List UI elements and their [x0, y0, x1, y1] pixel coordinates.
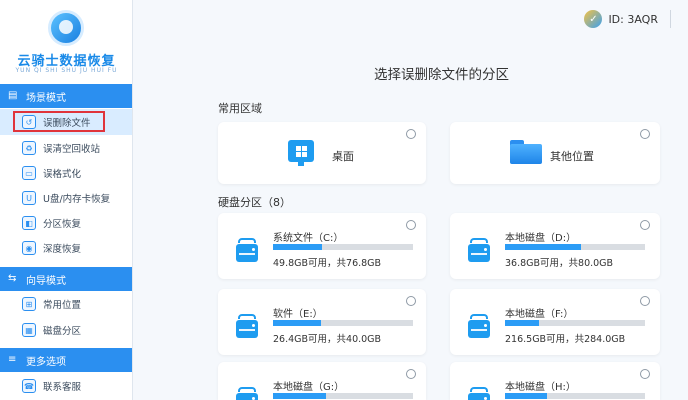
- radio-button[interactable]: [406, 369, 416, 379]
- section-more-options[interactable]: ≡ 更多选项: [0, 348, 132, 372]
- divider: [670, 10, 671, 28]
- sidebar-item-recycle-bin[interactable]: ♻ 误清空回收站: [0, 135, 132, 161]
- sidebar: 云骑士数据恢复 YUN QI SHI SHU JU HUI FU ▤ 场景模式 …: [0, 0, 133, 400]
- menu-icon: ≡: [8, 354, 17, 365]
- partition-card-c[interactable]: 系统文件（C:） 49.8GB可用，共76.8GB: [218, 213, 426, 279]
- radio-button[interactable]: [406, 129, 416, 139]
- sidebar-item-label: 误格式化: [43, 169, 82, 180]
- partition-capacity: 36.8GB可用，共80.0GB: [505, 258, 614, 269]
- sidebar-item-label: U盘/内存卡恢复: [43, 194, 111, 205]
- format-icon: ▭: [22, 166, 36, 180]
- usage-bar: [505, 393, 645, 399]
- usage-bar: [505, 320, 645, 326]
- partition-capacity: 49.8GB可用，共76.8GB: [273, 258, 382, 269]
- radio-button[interactable]: [640, 296, 650, 306]
- inbox-icon: ▤: [8, 90, 18, 101]
- usb-icon: U: [22, 191, 36, 205]
- partition-card-h[interactable]: 本地磁盘（H:）: [450, 362, 660, 400]
- sidebar-item-label: 磁盘分区: [43, 326, 82, 337]
- location-card-desktop[interactable]: 桌面: [218, 122, 426, 184]
- usage-bar: [505, 244, 645, 250]
- radio-button[interactable]: [640, 369, 650, 379]
- signpost-icon: ⇆: [8, 273, 17, 284]
- user-id-text: ID: 3AQR: [608, 12, 658, 26]
- deep-scan-icon: ◉: [22, 241, 36, 255]
- usage-bar: [273, 244, 413, 250]
- partition-name: 系统文件（C:）: [273, 233, 344, 244]
- sidebar-item-label: 分区恢复: [43, 219, 82, 230]
- usage-bar-fill: [273, 244, 322, 250]
- page-title: 选择误删除文件的分区: [374, 67, 509, 83]
- usage-bar-fill: [505, 393, 547, 399]
- sidebar-item-label: 深度恢复: [43, 244, 82, 255]
- sidebar-item-deleted-files[interactable]: ↺ 误删除文件: [0, 109, 132, 135]
- section-title: 更多选项: [26, 356, 66, 368]
- windows-icon: ⊞: [22, 297, 36, 311]
- logo-icon: [48, 10, 84, 46]
- section-title: 场景模式: [26, 92, 66, 104]
- sidebar-item-deep-scan[interactable]: ◉ 深度恢复: [0, 235, 132, 261]
- usage-bar-fill: [505, 244, 581, 250]
- sidebar-item-format[interactable]: ▭ 误格式化: [0, 160, 132, 186]
- partition-card-e[interactable]: 软件（E:） 26.4GB可用，共40.0GB: [218, 289, 426, 355]
- sidebar-item-disk-partition[interactable]: ▦ 磁盘分区: [0, 317, 132, 343]
- radio-button[interactable]: [640, 220, 650, 230]
- headset-icon: ☎: [22, 379, 36, 393]
- partition-area-label: 硬盘分区（8）: [218, 196, 291, 209]
- disk-icon: ▦: [22, 323, 36, 337]
- app-logo: 云骑士数据恢复 YUN QI SHI SHU JU HUI FU: [0, 0, 132, 82]
- sidebar-item-label: 常用位置: [43, 300, 82, 311]
- sidebar-item-contact-support[interactable]: ☎ 联系客服: [0, 373, 132, 399]
- partition-name: 本地磁盘（F:）: [505, 309, 574, 320]
- location-card-other[interactable]: 其他位置: [450, 122, 660, 184]
- location-label: 桌面: [332, 150, 354, 163]
- usage-bar-fill: [273, 320, 321, 326]
- partition-name: 本地磁盘（G:）: [273, 382, 345, 393]
- partition-capacity: 216.5GB可用，共284.0GB: [505, 334, 626, 345]
- section-scene-mode[interactable]: ▤ 场景模式: [0, 84, 132, 108]
- radio-button[interactable]: [640, 129, 650, 139]
- partition-card-g[interactable]: 本地磁盘（G:）: [218, 362, 426, 400]
- partition-capacity: 26.4GB可用，共40.0GB: [273, 334, 382, 345]
- radio-button[interactable]: [406, 296, 416, 306]
- partition-name: 本地磁盘（D:）: [505, 233, 577, 244]
- hard-drive-icon: [468, 238, 490, 264]
- usage-bar-fill: [505, 320, 539, 326]
- partition-icon: ◧: [22, 216, 36, 230]
- sidebar-item-partition[interactable]: ◧ 分区恢复: [0, 210, 132, 236]
- folder-icon: [510, 140, 542, 164]
- radio-button[interactable]: [406, 220, 416, 230]
- common-area-label: 常用区域: [218, 102, 262, 115]
- usage-bar: [273, 393, 413, 399]
- section-wizard-mode[interactable]: ⇆ 向导模式: [0, 267, 132, 291]
- hard-drive-icon: [236, 238, 258, 264]
- sidebar-item-common-location[interactable]: ⊞ 常用位置: [0, 291, 132, 317]
- partition-card-d[interactable]: 本地磁盘（D:） 36.8GB可用，共80.0GB: [450, 213, 660, 279]
- usage-bar-fill: [273, 393, 327, 399]
- location-label: 其他位置: [550, 150, 594, 163]
- hard-drive-icon: [468, 387, 490, 400]
- partition-name: 软件（E:）: [273, 309, 323, 320]
- sidebar-item-usb[interactable]: U U盘/内存卡恢复: [0, 185, 132, 211]
- logo-subtitle: YUN QI SHI SHU JU HUI FU: [15, 67, 118, 74]
- hard-drive-icon: [236, 314, 258, 340]
- sidebar-item-label: 联系客服: [43, 382, 82, 393]
- sidebar-item-label: 误清空回收站: [43, 144, 101, 155]
- section-title: 向导模式: [26, 275, 66, 287]
- hard-drive-icon: [236, 387, 258, 400]
- usage-bar: [273, 320, 413, 326]
- user-badge-icon: ✓: [584, 10, 603, 28]
- user-id[interactable]: ✓ ID: 3AQR: [584, 10, 658, 28]
- desktop-icon: [288, 140, 314, 166]
- recycle-bin-icon: ♻: [22, 141, 36, 155]
- partition-name: 本地磁盘（H:）: [505, 382, 576, 393]
- selection-highlight: [13, 111, 105, 132]
- hard-drive-icon: [468, 314, 490, 340]
- partition-card-f[interactable]: 本地磁盘（F:） 216.5GB可用，共284.0GB: [450, 289, 660, 355]
